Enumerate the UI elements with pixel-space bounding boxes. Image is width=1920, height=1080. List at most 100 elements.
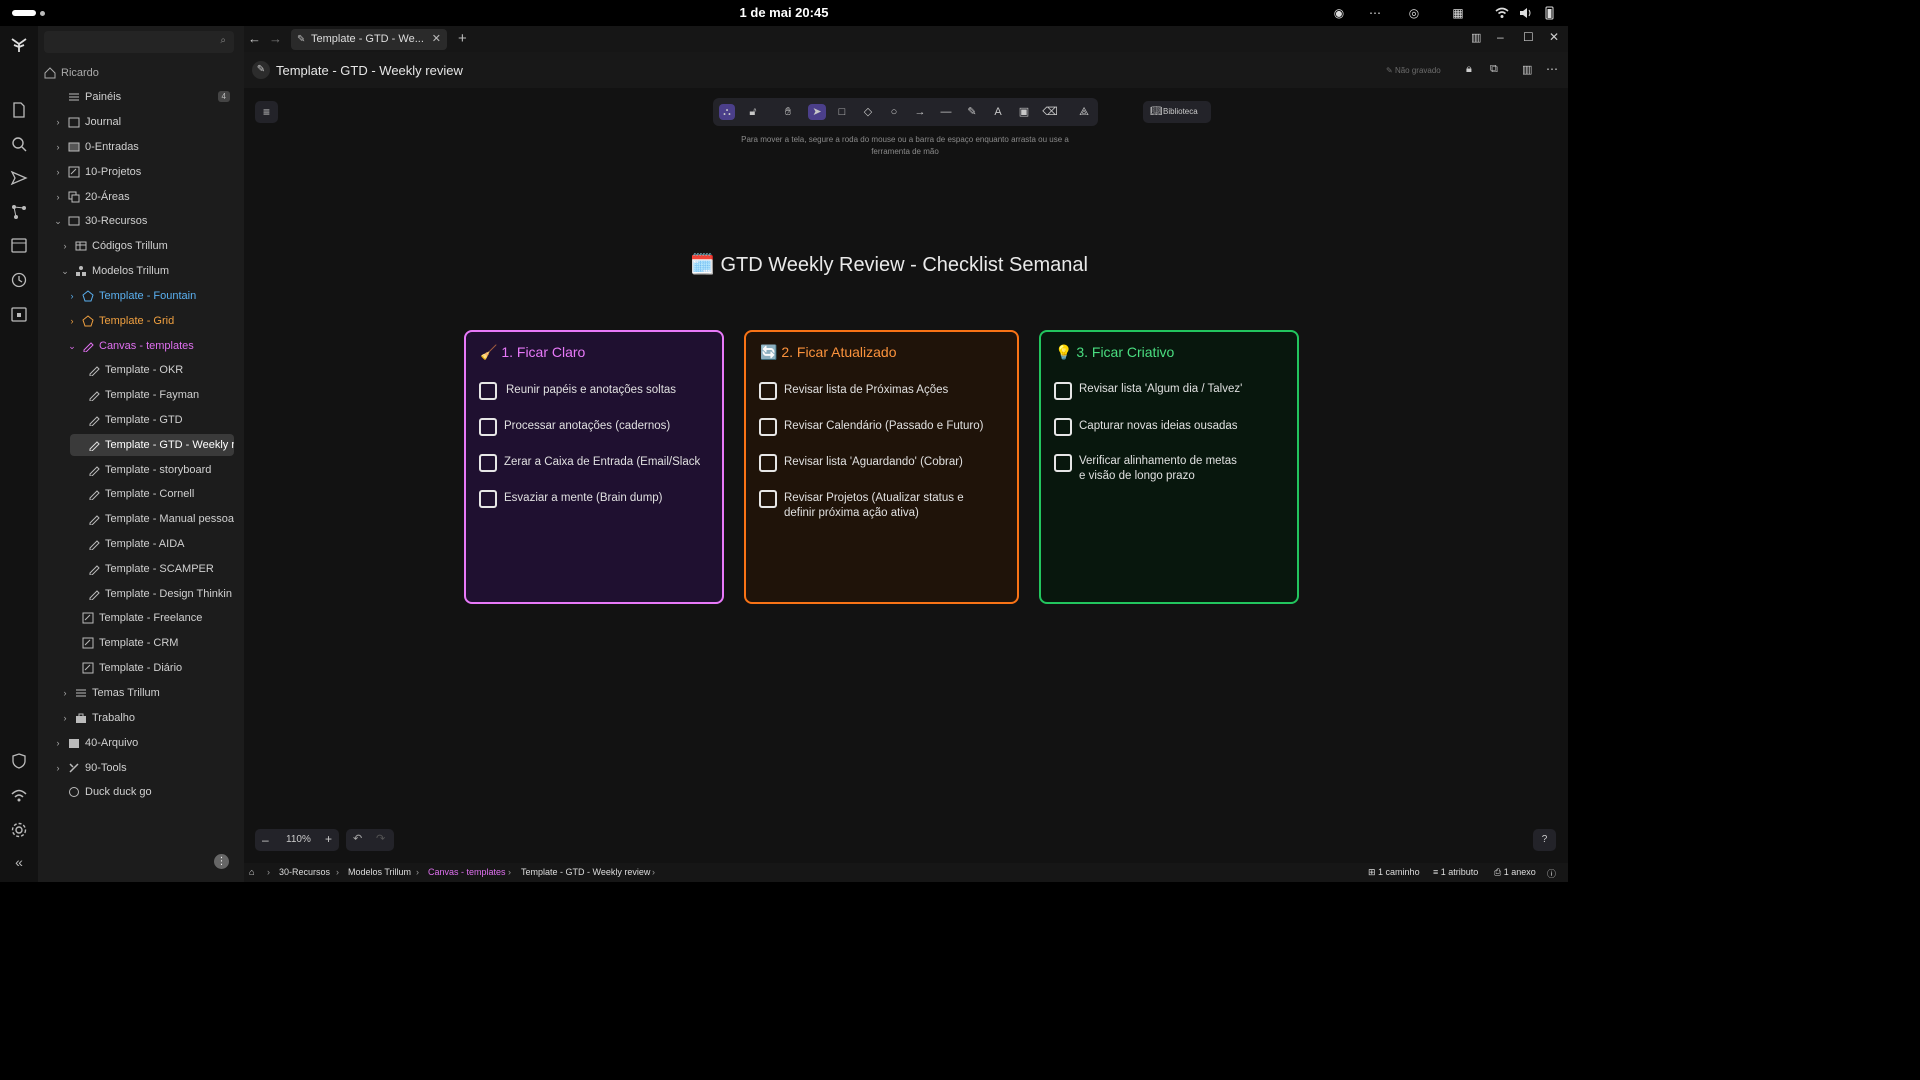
tree-item-template-freelance[interactable]: Template - Freelance [82,607,238,629]
collapse-sidebar-icon[interactable]: « [10,854,28,872]
calendar-icon[interactable] [10,236,28,254]
new-note-icon[interactable] [10,101,28,119]
zoom-in-button[interactable]: + [325,832,332,846]
chevron-right-icon[interactable]: › [59,713,71,723]
checkbox[interactable] [1054,454,1072,472]
tree-item-template-scamper[interactable]: Template - SCAMPER [88,558,238,580]
checkbox[interactable] [479,490,497,508]
tree-item-template-fountain[interactable]: › Template - Fountain [66,285,238,307]
search-icon[interactable] [10,135,28,153]
chevron-right-icon[interactable]: › [52,192,64,202]
minimize-window-icon[interactable]: – [1497,30,1504,44]
breadcrumb-item[interactable]: 30-Recursos [279,867,330,877]
note-map-icon[interactable] [10,203,28,221]
help-icon[interactable]: ? [1533,829,1556,851]
chevron-right-icon[interactable]: › [52,738,64,748]
draw-tool-icon[interactable]: ✎ [964,104,980,120]
breadcrumb-item[interactable]: Modelos Trillum [348,867,411,877]
tree-item-template-design-thinking[interactable]: Template - Design Thinkin [88,583,238,605]
paths-count[interactable]: ⊞ 1 caminho [1368,867,1420,878]
new-tab-button[interactable]: + [458,30,467,47]
tree-item-template-fayman[interactable]: Template - Fayman [88,384,238,406]
tree-item-entradas[interactable]: › 0-Entradas [52,136,238,158]
breadcrumb-item[interactable]: Template - GTD - Weekly review [521,867,650,877]
redo-icon[interactable]: ↷ [376,832,385,845]
zoom-level[interactable]: 110% [286,834,311,845]
volume-icon[interactable] [1518,6,1532,20]
card-ficar-criativo[interactable]: 💡 3. Ficar Criativo Revisar lista 'Algum… [1039,330,1299,604]
forward-arrow-icon[interactable]: → [269,31,282,46]
grid-tray-icon[interactable]: ▦ [1451,6,1465,20]
image-tool-icon[interactable]: ▣ [1016,104,1032,120]
tree-item-areas[interactable]: › 20-Áreas [52,186,238,208]
tree-item-template-storyboard[interactable]: Template - storyboard [88,459,238,481]
selection-tool-icon[interactable]: ➤ [808,104,826,120]
checkbox[interactable] [1054,418,1072,436]
protected-session-icon[interactable] [10,752,28,770]
chevron-right-icon[interactable]: › [52,117,64,127]
rectangle-tool-icon[interactable]: □ [834,104,850,120]
tree-settings-icon[interactable]: ⋮ [214,854,229,869]
tree-item-template-diario[interactable]: Template - Diário [82,657,238,679]
tree-item-trabalho[interactable]: › Trabalho [59,707,238,729]
tree-item-codigos-trillum[interactable]: › Códigos Trillum [59,235,238,257]
checkbox[interactable] [1054,382,1072,400]
checkbox[interactable] [759,490,777,508]
tree-item-projetos[interactable]: › 10-Projetos [52,161,238,183]
back-arrow-icon[interactable]: ← [248,31,261,46]
recent-changes-icon[interactable] [10,271,28,289]
arrow-tool-icon[interactable]: → [912,104,928,120]
close-tab-icon[interactable]: ✕ [432,29,441,50]
chevron-down-icon[interactable]: ⌄ [59,266,71,277]
chevron-down-icon[interactable]: ⌄ [52,216,64,227]
tree-item-journal[interactable]: › Journal [52,111,238,133]
text-tool-icon[interactable]: A [990,104,1006,120]
app-tray-icon[interactable]: ◎ [1407,6,1421,20]
card-ficar-atualizado[interactable]: 🔄 2. Ficar Atualizado Revisar lista de P… [744,330,1019,604]
sync-status-icon[interactable] [10,787,28,805]
more-options-icon[interactable]: ⋯ [1546,62,1558,76]
chevron-right-icon[interactable]: › [52,763,64,773]
tree-item-canvas-templates[interactable]: ⌄ Canvas - templates [66,335,238,357]
undo-icon[interactable]: ↶ [353,832,362,845]
tree-root-ricardo[interactable]: Ricardo [44,62,239,84]
card-ficar-claro[interactable]: 🧹 1. Ficar Claro Reunir papéis e anotaçõ… [464,330,724,604]
tree-item-paineis[interactable]: Painéis 4 [68,86,238,108]
eraser-tool-icon[interactable]: ⌫ [1042,104,1058,120]
more-tools-icon[interactable]: ⟁ [1076,104,1092,120]
chevron-down-icon[interactable]: ⌄ [66,341,78,352]
tree-item-temas-trillum[interactable]: › Temas Trillum [59,682,238,704]
tree-item-template-manual-pessoal[interactable]: Template - Manual pessoa [88,508,238,530]
tree-item-template-gtd[interactable]: Template - GTD [88,409,238,431]
settings-gear-icon[interactable] [10,821,28,839]
browser-tray-icon[interactable]: ◉ [1332,6,1346,20]
maximize-window-icon[interactable]: ☐ [1523,30,1534,44]
tree-item-template-cornell[interactable]: Template - Cornell [88,483,238,505]
info-icon[interactable]: ⓘ [1547,867,1556,880]
today-icon[interactable] [10,305,28,323]
keep-tool-active-icon[interactable]: ⛬ [719,104,735,120]
tree-item-template-okr[interactable]: Template - OKR [88,359,238,381]
tab-template-gtd-weekly[interactable]: ✎ Template - GTD - We... ✕ [291,29,447,50]
checkbox[interactable] [759,382,777,400]
more-tray-icon[interactable]: ⋯ [1368,6,1382,20]
trilium-logo-icon[interactable] [10,36,28,54]
jump-to-icon[interactable] [10,169,28,187]
tree-item-duck-duck-go[interactable]: Duck duck go [68,781,238,803]
checkbox[interactable] [479,454,497,472]
checkbox[interactable] [479,382,497,400]
lock-tool-icon[interactable]: 🔓︎ [745,104,761,120]
tree-item-template-crm[interactable]: Template - CRM [82,632,238,654]
chevron-right-icon[interactable]: › [59,241,71,251]
diamond-tool-icon[interactable]: ◇ [860,104,876,120]
checkbox[interactable] [759,418,777,436]
zoom-out-button[interactable]: – [262,833,269,847]
chevron-right-icon[interactable]: › [59,688,71,698]
wifi-icon[interactable] [1495,6,1509,20]
breadcrumb-item[interactable]: Canvas - templates [428,867,506,877]
tree-item-arquivo[interactable]: › 40-Arquivo [52,732,238,754]
home-icon[interactable]: ⌂ [249,867,254,877]
chevron-right-icon[interactable]: › [66,291,78,301]
canvas-title[interactable]: 🗓️ GTD Weekly Review - Checklist Semanal [690,252,1110,277]
tree-item-recursos[interactable]: ⌄ 30-Recursos [52,210,238,232]
